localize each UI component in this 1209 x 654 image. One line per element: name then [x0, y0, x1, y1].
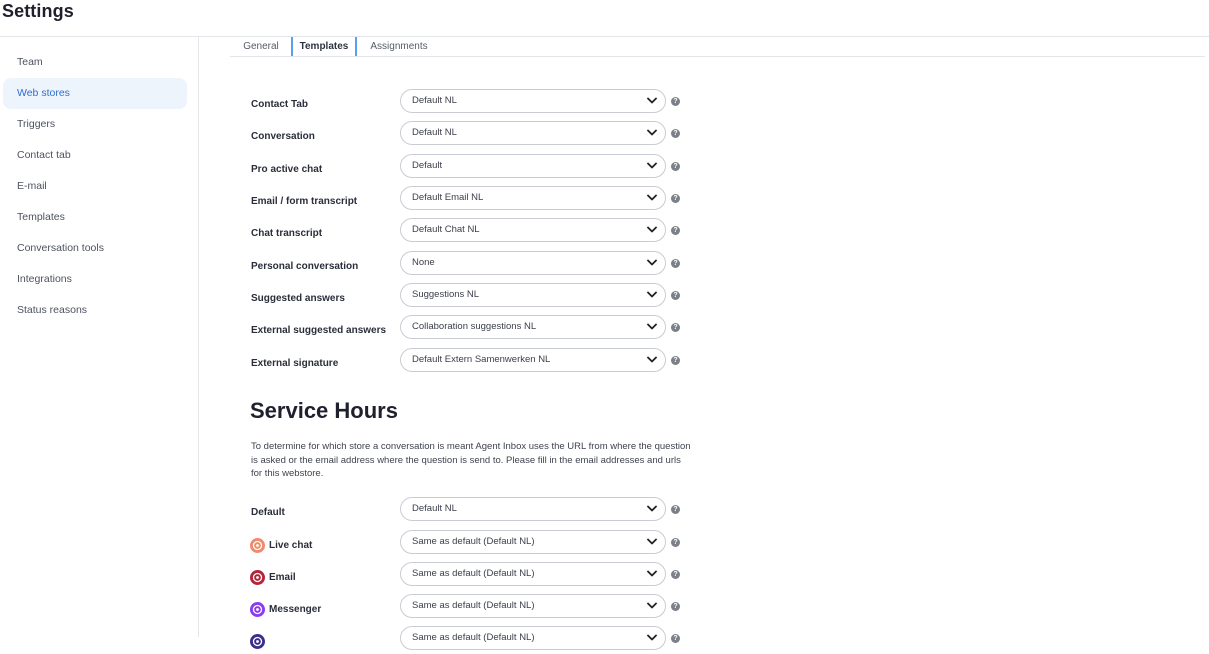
select-value: Default NL: [412, 127, 457, 138]
page-title: Settings: [2, 1, 74, 21]
template-label-external-suggested-answers: External suggested answers: [251, 325, 387, 336]
help-icon[interactable]: ?: [671, 162, 680, 171]
help-icon[interactable]: ?: [671, 505, 680, 514]
service-hours-select-channel[interactable]: Same as default (Default NL): [400, 626, 666, 650]
chevron-down-icon: [647, 634, 657, 641]
chevron-down-icon: [647, 291, 657, 298]
template-select-external-suggested-answers[interactable]: Collaboration suggestions NL: [400, 315, 666, 339]
help-icon[interactable]: ?: [671, 291, 680, 300]
help-icon[interactable]: ?: [671, 129, 680, 138]
chevron-down-icon: [647, 259, 657, 266]
select-value: Default: [412, 160, 443, 171]
chevron-down-icon: [647, 129, 657, 136]
chevron-down-icon: [647, 97, 657, 104]
service-hours-label-email: Email: [269, 572, 296, 583]
email-icon: [250, 570, 265, 585]
chevron-down-icon: [647, 602, 657, 609]
chevron-down-icon: [647, 226, 657, 233]
chevron-down-icon: [647, 194, 657, 201]
sidebar-item-conversation-tools[interactable]: Conversation tools: [3, 233, 187, 264]
template-select-chat-transcript[interactable]: Default Chat NL: [400, 218, 666, 242]
select-value: Same as default (Default NL): [412, 632, 535, 643]
template-label-email-form-transcript: Email / form transcript: [251, 196, 358, 207]
help-icon[interactable]: ?: [671, 570, 680, 579]
select-value: Same as default (Default NL): [412, 600, 535, 611]
template-select-suggested-answers[interactable]: Suggestions NL: [400, 283, 666, 307]
messenger-icon: [250, 602, 265, 617]
select-value: Same as default (Default NL): [412, 568, 535, 579]
chevron-down-icon: [647, 505, 657, 512]
help-icon[interactable]: ?: [671, 323, 680, 332]
tab-templates[interactable]: Templates: [291, 37, 357, 56]
chevron-down-icon: [647, 538, 657, 545]
select-value: Default Extern Samenwerken NL: [412, 354, 551, 365]
service-hours-description: To determine for which store a conversat…: [251, 441, 691, 479]
template-label-conversation: Conversation: [251, 131, 315, 142]
service-hours-select-default[interactable]: Default NL: [400, 497, 666, 521]
template-select-personal-conversation[interactable]: None: [400, 251, 666, 275]
help-icon[interactable]: ?: [671, 602, 680, 611]
template-label-pro-active-chat: Pro active chat: [251, 164, 323, 175]
tab-bar: General Templates Assignments: [230, 37, 1205, 57]
help-icon[interactable]: ?: [671, 356, 680, 365]
sidebar-item-status-reasons[interactable]: Status reasons: [3, 295, 187, 326]
sidebar-item-templates[interactable]: Templates: [3, 202, 187, 233]
service-hours-label-default: Default: [251, 507, 285, 518]
help-icon[interactable]: ?: [671, 226, 680, 235]
sidebar-item-contact-tab[interactable]: Contact tab: [3, 140, 187, 171]
select-value: Default Chat NL: [412, 224, 480, 235]
template-label-external-signature: External signature: [251, 358, 339, 369]
template-label-chat-transcript: Chat transcript: [251, 228, 323, 239]
template-label-contact-tab: Contact Tab: [251, 99, 309, 110]
select-value: Same as default (Default NL): [412, 536, 535, 547]
template-label-personal-conversation: Personal conversation: [251, 261, 359, 272]
live-chat-icon: [250, 538, 265, 553]
template-select-contact-tab[interactable]: Default NL: [400, 89, 666, 113]
sidebar-item-triggers[interactable]: Triggers: [3, 109, 187, 140]
tab-assignments[interactable]: Assignments: [364, 37, 434, 56]
chevron-down-icon: [647, 356, 657, 363]
chevron-down-icon: [647, 570, 657, 577]
sidebar: Team Web stores Triggers Contact tab E-m…: [0, 37, 199, 637]
select-value: Default NL: [412, 503, 457, 514]
select-value: None: [412, 257, 435, 268]
select-value: Default NL: [412, 95, 457, 106]
sidebar-item-email[interactable]: E-mail: [3, 171, 187, 202]
help-icon[interactable]: ?: [671, 97, 680, 106]
channel-icon: [250, 634, 265, 649]
template-select-external-signature[interactable]: Default Extern Samenwerken NL: [400, 348, 666, 372]
template-select-email-form-transcript[interactable]: Default Email NL: [400, 186, 666, 210]
select-value: Default Email NL: [412, 192, 484, 203]
service-hours-title: Service Hours: [250, 398, 398, 423]
help-icon[interactable]: ?: [671, 538, 680, 547]
select-value: Suggestions NL: [412, 289, 480, 300]
chevron-down-icon: [647, 323, 657, 330]
template-select-pro-active-chat[interactable]: Default: [400, 154, 666, 178]
sidebar-item-team[interactable]: Team: [3, 47, 187, 78]
tab-general[interactable]: General: [238, 37, 284, 56]
help-icon[interactable]: ?: [671, 194, 680, 203]
help-icon[interactable]: ?: [671, 259, 680, 268]
sidebar-item-integrations[interactable]: Integrations: [3, 264, 187, 295]
template-select-conversation[interactable]: Default NL: [400, 121, 666, 145]
chevron-down-icon: [647, 162, 657, 169]
select-value: Collaboration suggestions NL: [412, 321, 537, 332]
service-hours-label-messenger: Messenger: [269, 604, 322, 615]
service-hours-label-live-chat: Live chat: [269, 540, 313, 551]
service-hours-select-live-chat[interactable]: Same as default (Default NL): [400, 530, 666, 554]
help-icon[interactable]: ?: [671, 634, 680, 643]
service-hours-select-email[interactable]: Same as default (Default NL): [400, 562, 666, 586]
service-hours-select-messenger[interactable]: Same as default (Default NL): [400, 594, 666, 618]
template-label-suggested-answers: Suggested answers: [251, 293, 345, 304]
sidebar-item-web-stores[interactable]: Web stores: [3, 78, 187, 109]
